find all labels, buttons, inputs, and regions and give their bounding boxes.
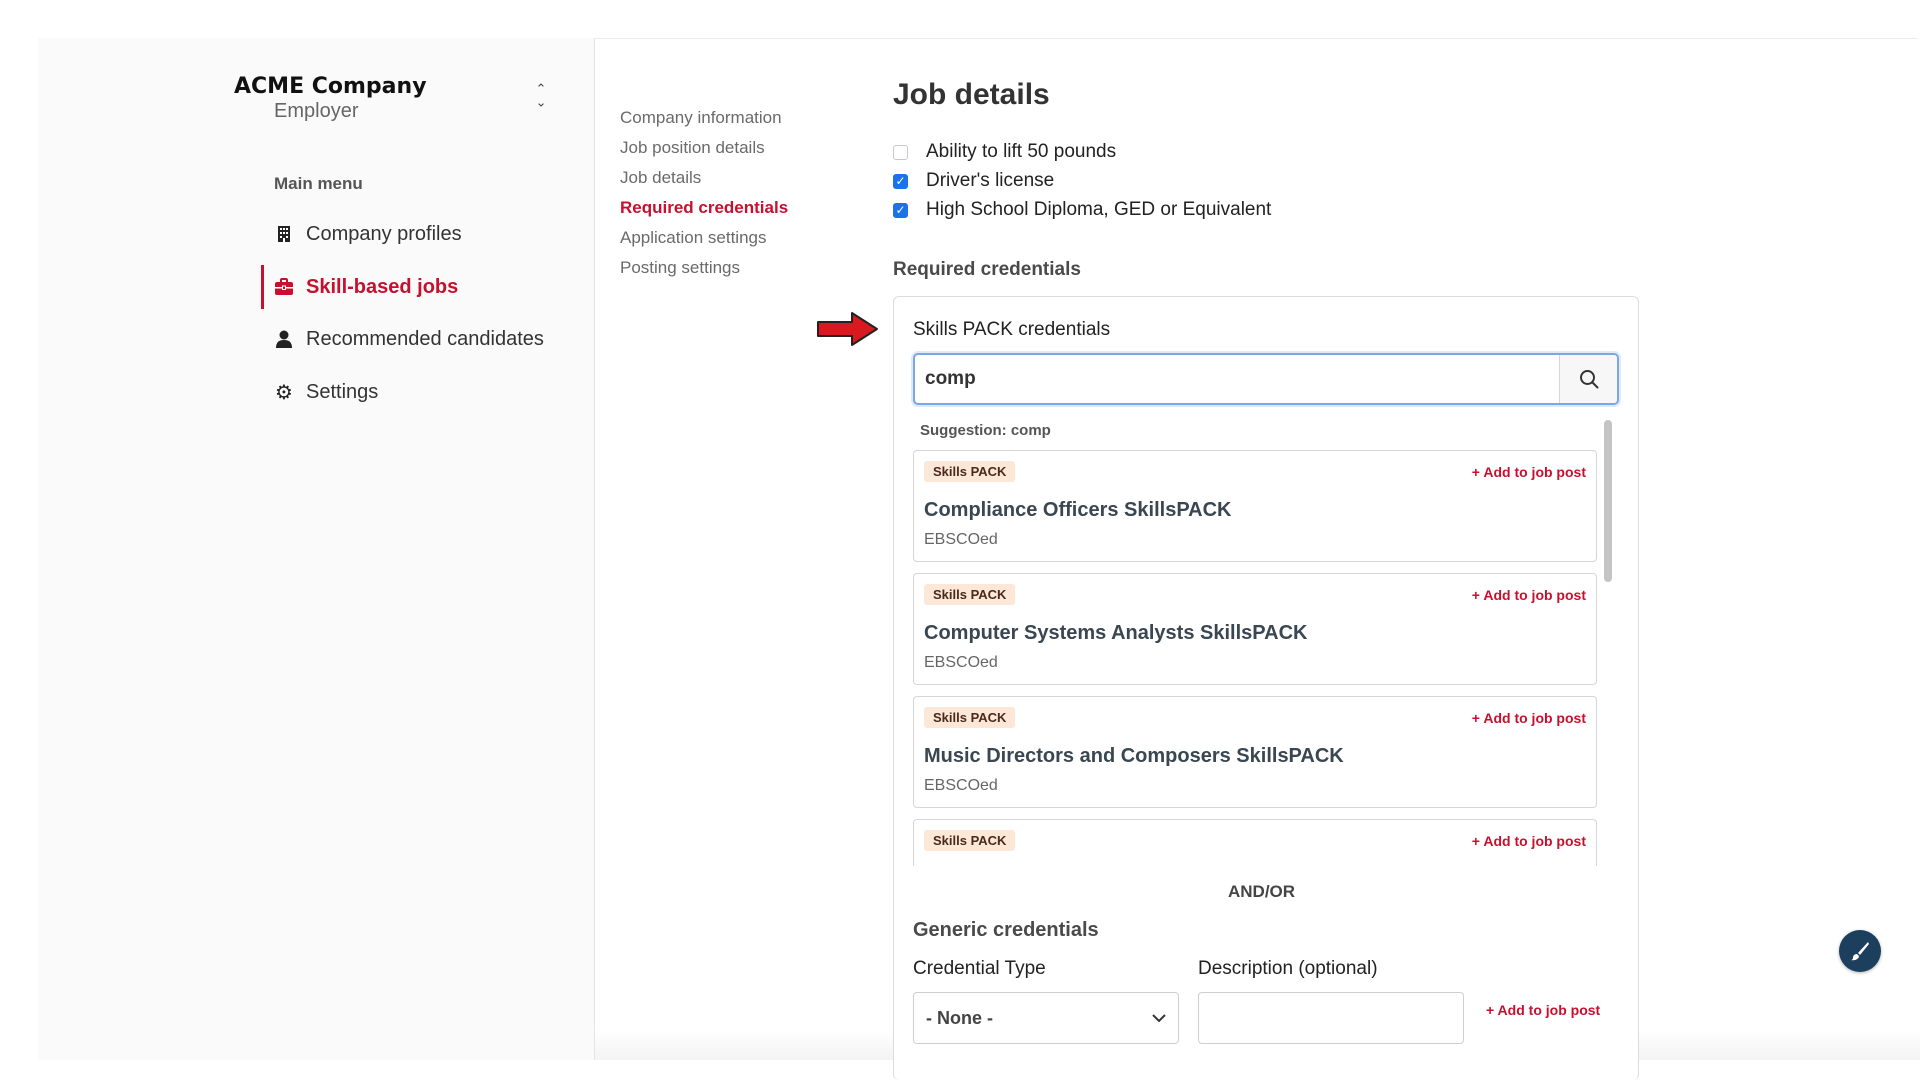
description-field[interactable] <box>1198 992 1464 1044</box>
company-name: ACME Company <box>234 74 427 99</box>
plus-icon: + <box>1471 464 1484 480</box>
company-switcher-icon[interactable]: ⌃ ⌃ <box>531 82 551 116</box>
requirement-row: High School Diploma, GED or Equivalent <box>893 199 1271 221</box>
requirement-checkbox[interactable] <box>893 202 908 218</box>
gear-icon: ⚙ <box>275 381 293 404</box>
add-to-job-post-label: Add to job post <box>1483 464 1586 480</box>
required-credentials-heading: Required credentials <box>893 259 1081 280</box>
add-to-job-post-link[interactable]: + Add to job post <box>1472 710 1586 726</box>
page-title: Job details <box>893 78 1050 111</box>
skills-pack-badge: Skills PACK <box>924 707 1016 728</box>
search-button[interactable] <box>1559 355 1617 403</box>
company-role: Employer <box>274 100 359 122</box>
skills-pack-badge: Skills PACK <box>924 584 1016 605</box>
credential-type-label: Credential Type <box>913 958 1046 979</box>
skills-pack-badge: Skills PACK <box>924 830 1016 851</box>
sidebar-item-label: Company profiles <box>306 222 462 245</box>
credential-type-value: - None - <box>926 1007 993 1028</box>
sidebar-item-skill-based-jobs[interactable]: Skill-based jobs <box>261 265 604 309</box>
plus-icon: + <box>1471 710 1484 726</box>
add-to-job-post-link[interactable]: + Add to job post <box>1472 464 1586 480</box>
requirement-label: High School Diploma, GED or Equivalent <box>926 199 1272 220</box>
result-card: Skills PACK + Add to job post <box>913 819 1597 866</box>
result-provider: EBSCOed <box>924 777 998 794</box>
step-application-settings[interactable]: Application settings <box>620 223 788 253</box>
main-menu-heading: Main menu <box>274 174 363 193</box>
add-to-job-post-label: Add to job post <box>1483 587 1586 603</box>
plus-icon: + <box>1486 1002 1498 1018</box>
pointer-arrow-icon <box>817 312 878 346</box>
search-results-list: Suggestion: comp Skills PACK + Add to jo… <box>911 416 1615 866</box>
skills-pack-badge: Skills PACK <box>924 461 1016 482</box>
result-title: Computer Systems Analysts SkillsPACK <box>924 622 1308 644</box>
sidebar-item-recommended-candidates[interactable]: Recommended candidates <box>274 319 604 359</box>
skills-pack-search <box>913 353 1619 405</box>
description-label: Description (optional) <box>1198 958 1378 979</box>
result-card: Skills PACK + Add to job post Computer S… <box>913 573 1597 685</box>
add-to-job-post-label: Add to job post <box>1483 710 1586 726</box>
results-scrollbar[interactable] <box>1603 416 1615 866</box>
briefcase-icon <box>274 277 294 297</box>
sidebar-item-company-profiles[interactable]: Company profiles <box>274 214 604 254</box>
and-or-separator: AND/OR <box>1228 882 1296 901</box>
building-icon <box>274 224 294 244</box>
step-job-details[interactable]: Job details <box>620 163 788 193</box>
step-posting-settings[interactable]: Posting settings <box>620 253 788 283</box>
requirement-label: Ability to lift 50 pounds <box>926 141 1117 162</box>
sidebar-item-settings[interactable]: ⚙ Settings <box>274 372 604 412</box>
step-required-credentials[interactable]: Required credentials <box>620 193 788 223</box>
credential-type-select[interactable]: - None - <box>913 992 1179 1044</box>
add-generic-credential-link[interactable]: + Add to job post <box>1486 1002 1600 1018</box>
sidebar-item-label: Settings <box>306 380 379 403</box>
generic-credentials-heading: Generic credentials <box>913 919 1099 941</box>
result-provider: EBSCOed <box>924 531 998 548</box>
suggestion-text: Suggestion: comp <box>920 422 1051 439</box>
add-to-job-post-label: Add to job post <box>1483 833 1586 849</box>
result-title: Compliance Officers SkillsPACK <box>924 499 1232 521</box>
result-title: Music Directors and Composers SkillsPACK <box>924 745 1344 767</box>
requirement-label: Driver's license <box>926 170 1055 191</box>
step-company-information[interactable]: Company information <box>620 103 788 133</box>
requirement-row: Driver's license <box>893 170 1054 192</box>
skills-pack-search-input[interactable] <box>915 355 1560 403</box>
step-job-position-details[interactable]: Job position details <box>620 133 788 163</box>
brush-icon[interactable] <box>1839 930 1881 972</box>
requirement-checkbox[interactable] <box>893 144 908 160</box>
result-provider: EBSCOed <box>924 654 998 671</box>
sidebar-item-label: Skill-based jobs <box>306 275 459 298</box>
search-icon <box>1579 370 1598 389</box>
requirement-checkbox[interactable] <box>893 173 908 189</box>
chevron-down-icon <box>1152 1013 1166 1022</box>
requirement-row: Ability to lift 50 pounds <box>893 141 1116 163</box>
add-to-job-post-link[interactable]: + Add to job post <box>1472 833 1586 849</box>
sidebar: ACME Company Employer ⌃ ⌃ Main menu Compa… <box>38 38 595 1060</box>
plus-icon: + <box>1471 833 1484 849</box>
skills-pack-label: Skills PACK credentials <box>913 319 1111 340</box>
add-to-job-post-label: Add to job post <box>1497 1002 1601 1018</box>
job-post-steps-nav: Company information Job position details… <box>620 103 788 283</box>
scrollbar-thumb[interactable] <box>1604 420 1612 582</box>
result-card: Skills PACK + Add to job post Music Dire… <box>913 696 1597 808</box>
add-to-job-post-link[interactable]: + Add to job post <box>1472 587 1586 603</box>
sidebar-item-label: Recommended candidates <box>306 327 544 350</box>
result-card: Skills PACK + Add to job post Compliance… <box>913 450 1597 562</box>
plus-icon: + <box>1471 587 1484 603</box>
user-icon <box>274 329 294 349</box>
